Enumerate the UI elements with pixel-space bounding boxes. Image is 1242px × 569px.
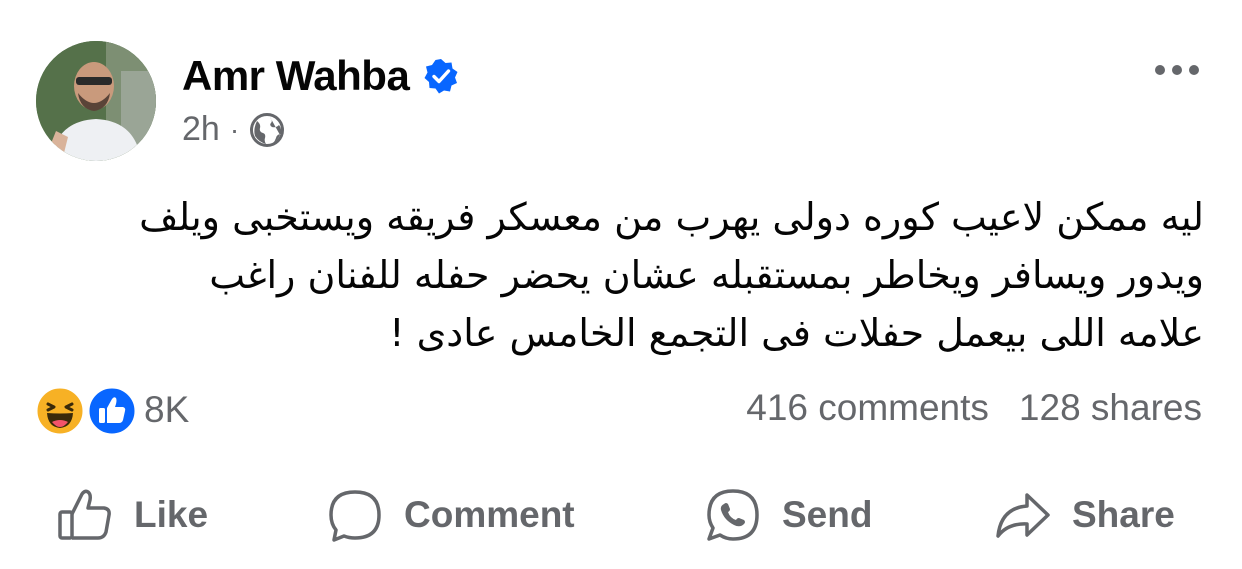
post-text-line: ليه ممكن لاعيب كوره دولى يهرب من معسكر ف… (139, 195, 1204, 239)
engagement-counts: 416 comments 128 shares (746, 387, 1202, 429)
shares-count[interactable]: 128 shares (1019, 387, 1202, 429)
post-text-line: علامه اللى بيعمل حفلات فى التجمع الخامس … (389, 311, 1204, 355)
comments-count[interactable]: 416 comments (746, 387, 989, 429)
post-text-line: ويدور ويسافر ويخاطر بمستقبله عشان يحضر ح… (209, 253, 1204, 297)
avatar[interactable] (36, 41, 156, 161)
action-bar: Like Comment Send Share (0, 480, 1242, 550)
post-timestamp[interactable]: 2h (182, 110, 220, 149)
comment-label: Comment (404, 494, 575, 535)
send-label: Send (782, 494, 873, 535)
profile-photo (36, 41, 156, 161)
reaction-count: 8K (144, 389, 190, 430)
post-text: ليه ممكن لاعيب كوره دولى يهرب من معسكر ف… (34, 188, 1204, 362)
more-options-icon[interactable] (1154, 58, 1200, 82)
comment-icon (329, 490, 381, 542)
share-label: Share (1072, 494, 1175, 535)
author-name[interactable]: Amr Wahba (182, 52, 410, 100)
like-button[interactable]: Like (56, 480, 208, 550)
reaction-icons (34, 385, 138, 437)
post-author: Amr Wahba (182, 52, 459, 100)
verified-badge-icon (424, 59, 458, 94)
whatsapp-icon (707, 489, 759, 541)
like-icon (86, 385, 138, 437)
meta-separator: · (229, 113, 240, 145)
share-button[interactable]: Share (994, 480, 1175, 550)
comment-button[interactable]: Comment (326, 480, 575, 550)
reactions-summary[interactable]: 8K (34, 385, 190, 437)
globe-icon[interactable] (249, 112, 285, 148)
like-label: Like (134, 494, 209, 535)
haha-icon (34, 385, 86, 437)
share-arrow-icon (996, 493, 1050, 538)
post-meta: 2h · (182, 110, 285, 149)
thumbs-up-icon (58, 489, 111, 540)
send-button[interactable]: Send (704, 480, 872, 550)
